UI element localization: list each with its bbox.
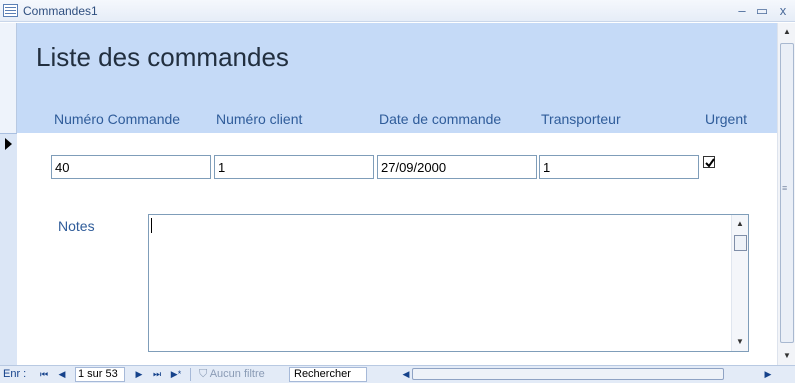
- filter-indicator[interactable]: ⛉ Aucun filtre: [199, 368, 265, 381]
- text-caret: [151, 218, 152, 233]
- scroll-grip-icon: ≡: [782, 183, 788, 193]
- current-record-arrow-icon: [5, 138, 12, 150]
- form-icon: [3, 4, 18, 17]
- form-scroll-down-icon[interactable]: ▼: [783, 351, 791, 360]
- horizontal-scroll-thumb[interactable]: [412, 368, 724, 380]
- form-vertical-scrollbar[interactable]: ▲ ≡ ▼: [777, 23, 795, 365]
- form-title: Liste des commandes: [36, 42, 289, 72]
- maximize-button[interactable]: ▭: [754, 3, 770, 19]
- urgent-checkbox[interactable]: [703, 156, 715, 168]
- column-label-order-number: Numéro Commande: [54, 111, 181, 127]
- last-record-button[interactable]: ⏭: [151, 367, 163, 381]
- current-record-field[interactable]: 1 sur 53: [75, 367, 125, 382]
- scroll-right-icon[interactable]: ▶: [762, 367, 774, 381]
- column-label-client-number: Numéro client: [216, 111, 303, 127]
- order-number-field[interactable]: 40: [51, 155, 211, 179]
- carrier-field[interactable]: 1: [539, 155, 699, 179]
- record-label: Enr :: [3, 368, 27, 380]
- horizontal-scrollbar[interactable]: ◀ ▶: [400, 367, 780, 382]
- new-record-button[interactable]: ▶*: [168, 367, 184, 381]
- client-number-field[interactable]: 1: [214, 155, 374, 179]
- column-label-carrier: Transporteur: [541, 111, 621, 127]
- checkmark-icon: [705, 158, 715, 168]
- order-date-field[interactable]: 27/09/2000: [377, 155, 537, 179]
- column-label-urgent: Urgent: [705, 111, 748, 127]
- form-header: Liste des commandes Numéro Commande Numé…: [17, 23, 777, 133]
- scroll-down-icon[interactable]: ▼: [736, 337, 744, 346]
- scroll-left-icon[interactable]: ◀: [400, 367, 412, 381]
- form-scroll-up-icon[interactable]: ▲: [783, 27, 791, 36]
- notes-scroll-thumb[interactable]: [734, 235, 747, 251]
- search-box[interactable]: Rechercher: [289, 367, 367, 382]
- record-navigation-bar: Enr : ⏮ ◀ 1 sur 53 ▶ ⏭ ▶* ⛉ Aucun filtre…: [0, 365, 795, 383]
- minimize-button[interactable]: –: [734, 3, 750, 19]
- notes-scrollbar[interactable]: ▲ ▼: [731, 215, 748, 351]
- column-label-order-date: Date de commande: [379, 111, 502, 127]
- first-record-button[interactable]: ⏮: [38, 367, 50, 381]
- record-selector[interactable]: [0, 133, 17, 365]
- notes-textarea[interactable]: ▲ ▼: [148, 214, 749, 352]
- notes-label: Notes: [58, 218, 95, 234]
- form-scroll-thumb[interactable]: [780, 43, 794, 343]
- scroll-up-icon[interactable]: ▲: [736, 219, 744, 228]
- nav-separator: [190, 368, 191, 381]
- next-record-button[interactable]: ▶: [133, 367, 145, 381]
- window-title: Commandes1: [23, 4, 98, 18]
- previous-record-button[interactable]: ◀: [56, 367, 68, 381]
- record-selector-column: [0, 23, 17, 365]
- close-button[interactable]: x: [775, 3, 791, 19]
- title-bar: Commandes1 – ▭ x: [0, 0, 795, 22]
- filter-icon: ⛉: [199, 368, 210, 380]
- filter-label: Aucun filtre: [209, 368, 265, 380]
